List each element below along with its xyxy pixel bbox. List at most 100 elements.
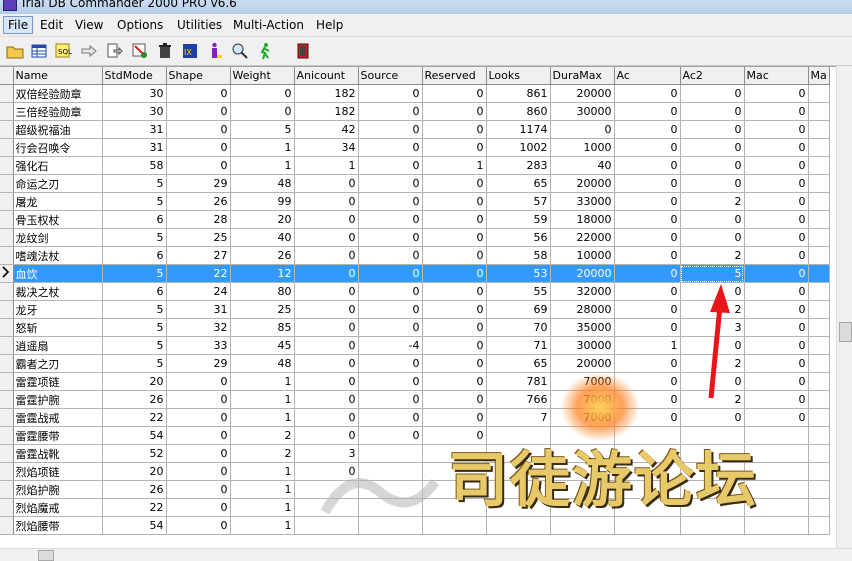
table-cell[interactable]: 0 [166, 138, 231, 157]
table-cell[interactable]: 0 [294, 408, 359, 427]
table-cell[interactable] [680, 516, 745, 535]
table-cell[interactable] [808, 516, 830, 535]
table-cell[interactable]: 26 [102, 480, 167, 499]
delete-trash-icon[interactable] [154, 40, 176, 62]
filter-icon[interactable] [129, 40, 151, 62]
row-indicator[interactable] [0, 372, 14, 391]
table-cell[interactable]: 0 [166, 156, 231, 175]
table-cell[interactable]: 0 [744, 120, 809, 139]
table-cell[interactable]: 0 [422, 282, 487, 301]
table-cell[interactable]: 0 [358, 408, 423, 427]
table-cell[interactable]: 0 [744, 264, 809, 283]
table-cell[interactable] [680, 444, 745, 463]
table-cell[interactable]: 0 [422, 390, 487, 409]
table-cell[interactable]: 32 [166, 318, 231, 337]
table-cell[interactable]: 烈焰魔戒 [13, 498, 103, 517]
table-cell[interactable]: 53 [486, 264, 551, 283]
table-cell[interactable]: 18000 [550, 210, 615, 229]
table-cell[interactable]: 雷霆战戒 [13, 408, 103, 427]
table-cell[interactable]: 71 [486, 336, 551, 355]
table-cell[interactable] [744, 444, 809, 463]
table-cell[interactable]: 2 [230, 426, 295, 445]
table-cell[interactable]: 22 [102, 498, 167, 517]
col-header-source[interactable]: Source [358, 67, 423, 85]
table-cell[interactable]: 5 [230, 120, 295, 139]
table-cell[interactable] [486, 462, 551, 481]
table-cell[interactable]: 2 [680, 192, 745, 211]
row-indicator[interactable] [0, 84, 14, 103]
table-cell[interactable]: 58 [486, 246, 551, 265]
col-header-name[interactable]: Name [13, 67, 103, 85]
table-cell[interactable]: 52 [102, 444, 167, 463]
table-cell[interactable] [808, 318, 830, 337]
table-cell[interactable]: 1 [230, 462, 295, 481]
table-cell[interactable]: 逍遥扇 [13, 336, 103, 355]
table-cell[interactable] [808, 354, 830, 373]
table-cell[interactable]: 0 [294, 336, 359, 355]
table-cell[interactable]: 34 [294, 138, 359, 157]
row-indicator[interactable] [0, 462, 14, 481]
table-cell[interactable]: 1 [230, 498, 295, 517]
table-cell[interactable]: 57 [486, 192, 551, 211]
table-cell[interactable]: 26 [230, 246, 295, 265]
table-cell[interactable]: 22 [166, 264, 231, 283]
table-cell[interactable] [614, 516, 681, 535]
table-cell[interactable]: 0 [614, 192, 681, 211]
table-cell[interactable]: 血饮 [13, 264, 103, 283]
table-row[interactable]: 烈焰护腕 26 0 1 [0, 480, 830, 499]
table-cell[interactable]: 0 [744, 210, 809, 229]
table-cell[interactable] [808, 174, 830, 193]
table-cell[interactable]: 3 [680, 318, 745, 337]
table-row[interactable]: 霸者之刃 5 29 48 0 0 0 65 20000 0 2 0 [0, 354, 830, 373]
table-cell[interactable]: 0 [422, 300, 487, 319]
table-cell[interactable]: 0 [422, 246, 487, 265]
table-cell[interactable]: 雷霆腰带 [13, 426, 103, 445]
table-cell[interactable]: 40 [230, 228, 295, 247]
row-indicator[interactable] [0, 408, 14, 427]
table-cell[interactable]: 766 [486, 390, 551, 409]
table-row[interactable]: 雷霆护腕 26 0 1 0 0 0 766 7000 0 2 0 [0, 390, 830, 409]
table-row[interactable]: 烈焰项链 20 0 1 0 [0, 462, 830, 481]
table-cell[interactable]: 65 [486, 174, 551, 193]
table-cell[interactable]: 0 [166, 120, 231, 139]
table-cell[interactable]: 1 [422, 156, 487, 175]
table-cell[interactable]: 0 [166, 462, 231, 481]
table-cell[interactable]: 0 [358, 300, 423, 319]
table-cell[interactable]: 1002 [486, 138, 551, 157]
table-cell[interactable]: 0 [614, 408, 681, 427]
table-cell[interactable]: 28 [166, 210, 231, 229]
table-cell[interactable] [808, 282, 830, 301]
table-cell[interactable]: 0 [294, 210, 359, 229]
table-row[interactable]: 龙纹剑 5 25 40 0 0 0 56 22000 0 0 0 [0, 228, 830, 247]
table-cell[interactable]: 45 [230, 336, 295, 355]
table-cell[interactable]: 0 [744, 174, 809, 193]
table-cell[interactable]: 6 [102, 210, 167, 229]
table-cell[interactable] [808, 120, 830, 139]
table-cell[interactable]: 霸者之刃 [13, 354, 103, 373]
table-cell[interactable]: 85 [230, 318, 295, 337]
table-cell[interactable] [808, 228, 830, 247]
table-cell[interactable] [680, 480, 745, 499]
table-cell[interactable]: 0 [680, 138, 745, 157]
table-cell[interactable]: 5 [102, 354, 167, 373]
table-row[interactable]: 超级祝福油 31 0 5 42 0 0 1174 0 0 0 0 [0, 120, 830, 139]
table-cell[interactable]: 0 [422, 84, 487, 103]
table-cell[interactable]: 283 [486, 156, 551, 175]
table-cell[interactable]: 0 [614, 210, 681, 229]
table-row[interactable]: 龙牙 5 31 25 0 0 0 69 28000 0 2 0 [0, 300, 830, 319]
table-cell[interactable] [808, 498, 830, 517]
table-cell[interactable]: 行会召唤令 [13, 138, 103, 157]
table-cell[interactable]: 0 [358, 102, 423, 121]
table-cell[interactable]: 2 [680, 390, 745, 409]
table-cell[interactable]: 双倍经验勋章 [13, 84, 103, 103]
table-row[interactable]: 屠龙 5 26 99 0 0 0 57 33000 0 2 0 [0, 192, 830, 211]
table-cell[interactable]: 0 [422, 372, 487, 391]
menu-multi-action[interactable]: Multi-Action [229, 17, 308, 33]
row-indicator[interactable] [0, 228, 14, 247]
table-cell[interactable]: 22000 [550, 228, 615, 247]
table-cell[interactable]: 0 [358, 174, 423, 193]
table-cell[interactable]: 0 [294, 390, 359, 409]
table-cell[interactable]: 0 [744, 372, 809, 391]
table-row[interactable]: 命运之刃 5 29 48 0 0 0 65 20000 0 0 0 [0, 174, 830, 193]
table-cell[interactable] [614, 426, 681, 445]
